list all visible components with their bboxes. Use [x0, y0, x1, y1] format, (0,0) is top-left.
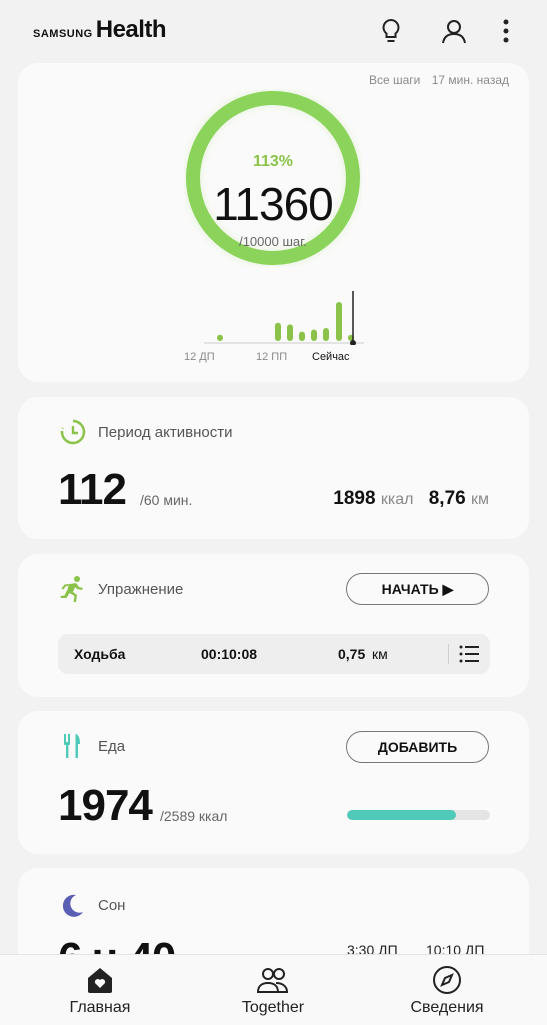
chart-bar: [311, 329, 317, 341]
steps-count: 11360: [213, 178, 334, 230]
tick-label-2: Сейчас: [312, 351, 350, 363]
food-card[interactable]: Еда ДОБАВИТЬ 1974 /2589 ккал: [18, 711, 529, 854]
activity-minutes-goal: /60 мин.: [140, 492, 193, 508]
nav-together-label: Together: [241, 999, 305, 1016]
activity-stats: 1898 ккал 8,76 км: [333, 488, 489, 510]
food-progress-fill: [347, 810, 456, 820]
people-icon: [203, 965, 343, 995]
running-icon: [58, 574, 88, 604]
activity-minutes: 112: [58, 465, 127, 514]
nav-home-label: Главная: [69, 999, 131, 1016]
steps-ring: 113% 11360 /10000 шаг.: [184, 89, 362, 267]
list-icon[interactable]: [458, 643, 480, 668]
home-heart-icon: [30, 965, 170, 995]
food-title: Еда: [98, 737, 126, 755]
nav-discover-label: Сведения: [410, 999, 484, 1016]
row-divider: [448, 644, 449, 664]
chart-bar: [336, 302, 342, 341]
chart-bar: [275, 322, 281, 341]
steps-card[interactable]: Все шаги 17 мин. назад 113% 11360 /10000…: [18, 63, 529, 382]
nav-home[interactable]: Главная: [30, 965, 170, 1017]
cutlery-icon: [58, 731, 88, 761]
exercise-distance: 0,75: [338, 646, 366, 662]
activity-title: Период активности: [98, 423, 233, 441]
compass-icon: [377, 965, 517, 995]
chart-bar: [217, 334, 223, 341]
nav-discover[interactable]: Сведения: [377, 965, 517, 1017]
bottom-nav: Главная Together Сведения: [0, 954, 547, 1025]
steps-percent: 113%: [252, 153, 294, 170]
activity-kcal-unit: ккал: [380, 491, 414, 508]
steps-updated: 17 мин. назад: [431, 73, 509, 87]
activity-km-unit: км: [471, 491, 489, 508]
logo-brand: SAMSUNG: [33, 28, 93, 40]
food-progress-bar: [347, 810, 490, 820]
moon-icon: [58, 890, 88, 920]
exercise-header: Упражнение: [58, 574, 183, 604]
exercise-walk-row[interactable]: Ходьба 00:10:08 0,75 км: [58, 634, 490, 674]
food-kcal: 1974: [58, 781, 153, 830]
activity-kcal-value: 1898: [333, 488, 376, 509]
nav-together[interactable]: Together: [203, 965, 343, 1017]
tick-label-0: 12 ДП: [184, 351, 215, 363]
profile-icon[interactable]: [439, 16, 469, 46]
food-kcal-goal: /2589 ккал: [160, 808, 228, 824]
exercise-title: Упражнение: [98, 580, 184, 598]
chart-bar: [299, 331, 305, 341]
sleep-title: Сон: [98, 896, 126, 914]
start-exercise-button[interactable]: НАЧАТЬ ▶: [346, 573, 489, 605]
add-food-button[interactable]: ДОБАВИТЬ: [346, 731, 489, 763]
exercise-name: Ходьба: [74, 646, 126, 662]
steps-goal: /10000 шаг.: [239, 234, 307, 249]
chart-bar: [287, 324, 293, 341]
all-steps-label: Все шаги: [368, 73, 421, 87]
food-header: Еда: [58, 731, 125, 761]
sleep-header: Сон: [58, 890, 125, 920]
activity-km-value: 8,76: [428, 488, 466, 509]
tick-label-1: 12 ПП: [256, 351, 288, 363]
steps-hourly-chart: 12 ДП 12 ПП Сейчас: [178, 285, 378, 375]
app-logo: SAMSUNG Health: [33, 16, 167, 44]
chart-bar: [323, 328, 329, 341]
exercise-distance-unit: км: [372, 646, 388, 662]
more-vert-icon[interactable]: [491, 16, 521, 46]
top-bar: SAMSUNG Health: [0, 0, 547, 62]
activity-header: Период активности: [58, 417, 232, 447]
exercise-duration: 00:10:08: [201, 646, 258, 662]
lightbulb-icon[interactable]: [376, 16, 406, 46]
steps-meta: Все шаги 17 мин. назад: [369, 73, 509, 87]
exercise-card[interactable]: Упражнение НАЧАТЬ ▶ Ходьба 00:10:08 0,75…: [18, 554, 529, 697]
activity-clock-icon: [58, 417, 88, 447]
logo-name: Health: [95, 16, 167, 43]
activity-card[interactable]: Период активности 112 /60 мин. 1898 ккал…: [18, 397, 529, 539]
